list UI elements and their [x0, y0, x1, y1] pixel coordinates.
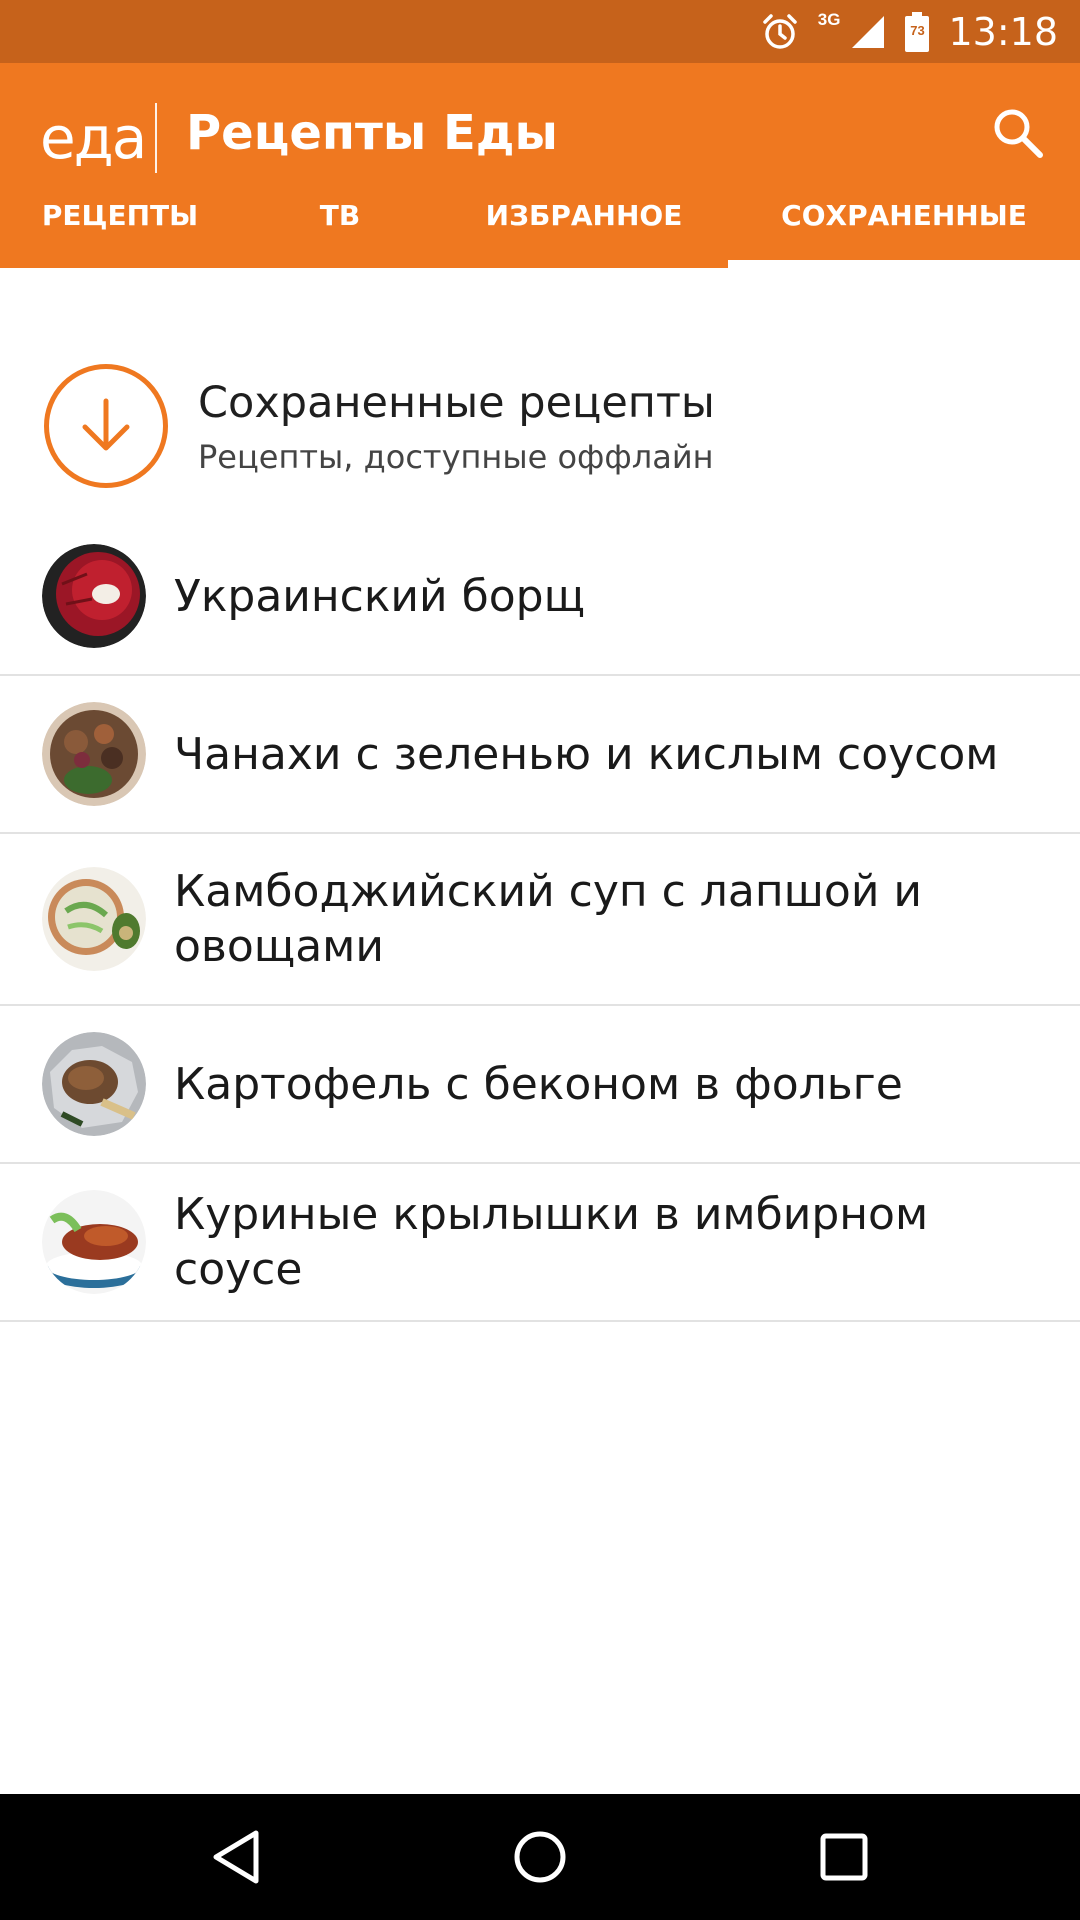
active-tab-indicator	[728, 260, 1080, 268]
recipe-name: Картофель с беконом в фольге	[174, 1058, 903, 1110]
recipe-thumbnail	[42, 867, 146, 971]
logo-text: еда	[40, 104, 147, 172]
tab-bar: РЕЦЕПТЫ ТВ ИЗБРАННОЕ СОХРАНЕННЫЕ	[0, 163, 1080, 268]
recents-button[interactable]	[808, 1821, 880, 1893]
home-icon	[514, 1831, 566, 1883]
signal-icon	[850, 9, 886, 55]
search-button[interactable]	[988, 103, 1048, 163]
tab-saved[interactable]: СОХРАНЕННЫЕ	[728, 163, 1080, 268]
tab-tv[interactable]: ТВ	[240, 163, 440, 268]
system-nav-bar	[0, 1794, 1080, 1920]
recipe-thumbnail	[42, 1190, 146, 1294]
download-icon	[44, 364, 168, 488]
list-item[interactable]: Камбоджийский суп с лапшой и овощами	[0, 834, 1080, 1006]
recipe-thumbnail	[42, 702, 146, 806]
app-bar: еда Рецепты Еды РЕЦЕПТЫ ТВ ИЗБРАННОЕ СОХ…	[0, 63, 1080, 268]
tab-label: СОХРАНЕННЫЕ	[781, 199, 1027, 232]
recents-icon	[820, 1833, 868, 1881]
recipe-list: Украинский борщ Чанахи с зеленью и кислы…	[0, 518, 1080, 1322]
list-item[interactable]: Чанахи с зеленью и кислым соусом	[0, 676, 1080, 834]
recipe-thumbnail	[42, 1032, 146, 1136]
recipe-name: Чанахи с зеленью и кислым соусом	[174, 728, 999, 780]
saved-section-header: Сохраненные рецепты Рецепты, доступные о…	[0, 268, 1080, 518]
recipe-name: Куриные крылышки в имбирном соусе	[174, 1189, 929, 1295]
home-button[interactable]	[504, 1821, 576, 1893]
section-title: Сохраненные рецепты	[198, 378, 715, 428]
tab-label: РЕЦЕПТЫ	[41, 199, 199, 232]
section-subtitle: Рецепты, доступные оффлайн	[198, 438, 714, 476]
recipe-thumbnail	[42, 544, 146, 648]
search-icon	[994, 109, 1043, 158]
tab-label: ТВ	[319, 199, 361, 232]
app-title: Рецепты Еды	[186, 105, 558, 161]
clock: 13:18	[948, 9, 1058, 54]
battery-level: 73	[910, 22, 925, 38]
list-item[interactable]: Картофель с беконом в фольге	[0, 1006, 1080, 1164]
tab-favorites[interactable]: ИЗБРАННОЕ	[440, 163, 728, 268]
list-item[interactable]: Украинский борщ	[0, 518, 1080, 676]
alarm-icon	[760, 9, 800, 55]
network-type-label: 3G	[817, 9, 841, 29]
recipe-name: Украинский борщ	[174, 570, 586, 622]
list-item[interactable]: Куриные крылышки в имбирном соусе	[0, 1164, 1080, 1322]
recipe-name: Камбоджийский суп с лапшой и овощами	[174, 866, 923, 972]
status-bar: 3G 73 13:18	[0, 0, 1080, 63]
battery-icon: 73	[904, 9, 930, 55]
back-button[interactable]	[200, 1821, 272, 1893]
tab-label: ИЗБРАННОЕ	[485, 199, 683, 232]
tab-recipes[interactable]: РЕЦЕПТЫ	[0, 163, 240, 268]
back-icon	[213, 1830, 259, 1884]
